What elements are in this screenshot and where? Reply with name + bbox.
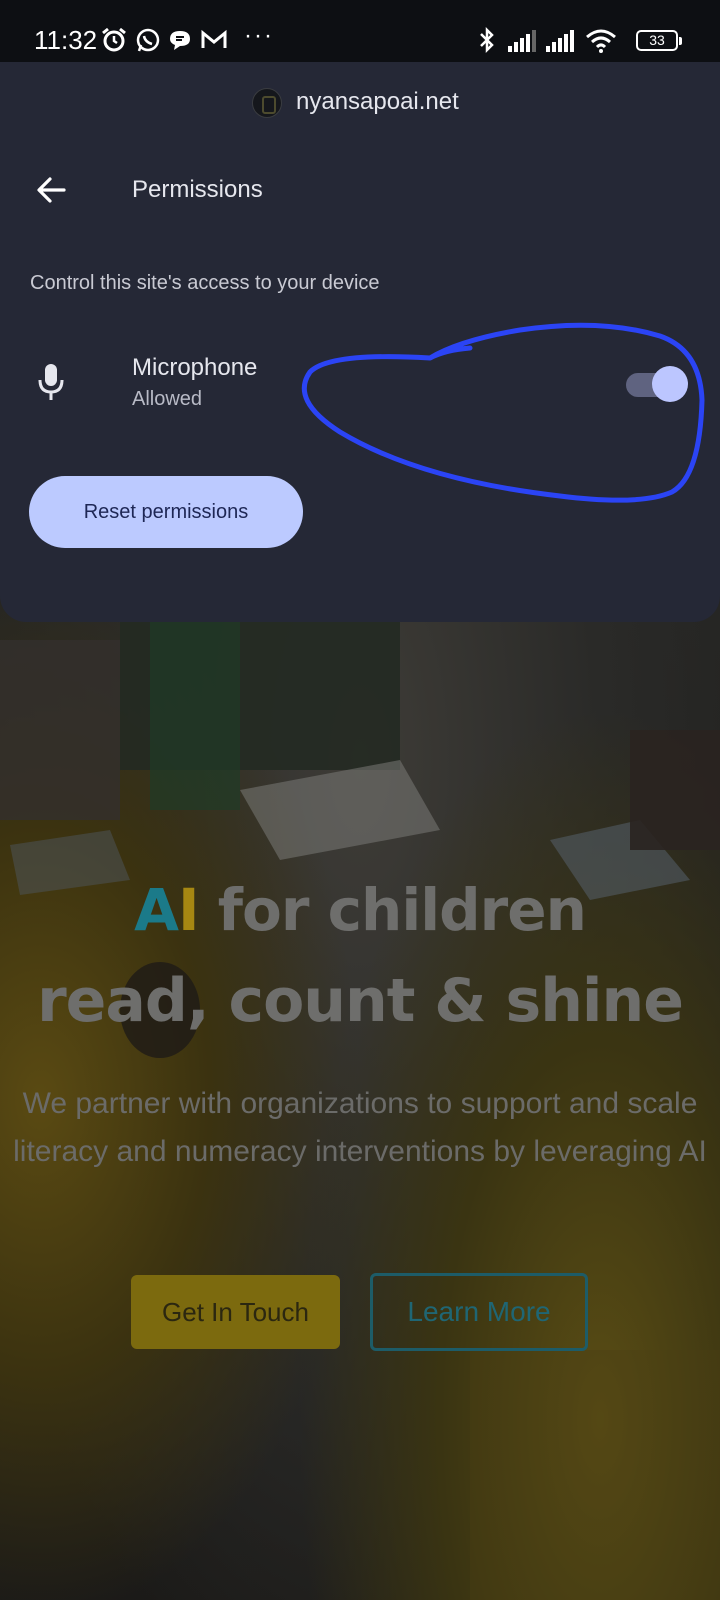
learn-more-button[interactable]: Learn More: [370, 1273, 588, 1351]
site-origin: nyansapoai.net: [0, 86, 720, 120]
microphone-permission-status: Allowed: [132, 388, 203, 410]
hero-title-ai-a: A: [134, 876, 179, 944]
site-favicon-icon: [252, 88, 282, 118]
microphone-icon: [38, 364, 64, 400]
hero-title-rest: for children: [198, 876, 587, 944]
hero-description: We partner with organizations to support…: [13, 1087, 707, 1168]
site-origin-text: nyansapoai.net: [296, 88, 459, 115]
page-title: Permissions: [132, 176, 263, 203]
reset-permissions-button[interactable]: Reset permissions: [29, 476, 303, 548]
signal-icon: [508, 30, 536, 52]
microphone-toggle[interactable]: [624, 366, 688, 402]
battery-icon: 33: [636, 30, 682, 51]
hero-title-line2: read, count & shine: [37, 966, 684, 1036]
status-time: 11:32: [34, 25, 98, 55]
hero-title-ai-i: I: [178, 876, 200, 944]
wifi-icon: [586, 29, 616, 53]
back-arrow-icon[interactable]: [30, 168, 74, 212]
get-in-touch-button[interactable]: Get In Touch: [131, 1275, 340, 1349]
signal-icon: [546, 30, 574, 52]
hero-title-line1: AI for children: [0, 876, 720, 944]
status-bar: 11:32 ··· 33: [0, 0, 720, 62]
whatsapp-icon: [136, 28, 160, 52]
permissions-sheet: nyansapoai.net Permissions Control this …: [0, 62, 720, 622]
alarm-icon: [102, 27, 126, 52]
bluetooth-icon: [480, 26, 494, 54]
chat-bubble-icon: [170, 31, 190, 50]
microphone-permission-label: Microphone: [132, 354, 258, 381]
permissions-subtitle: Control this site's access to your devic…: [30, 272, 380, 294]
more-notifications-icon: ···: [244, 22, 274, 49]
gmail-icon: [201, 29, 227, 48]
toggle-thumb: [652, 366, 688, 402]
